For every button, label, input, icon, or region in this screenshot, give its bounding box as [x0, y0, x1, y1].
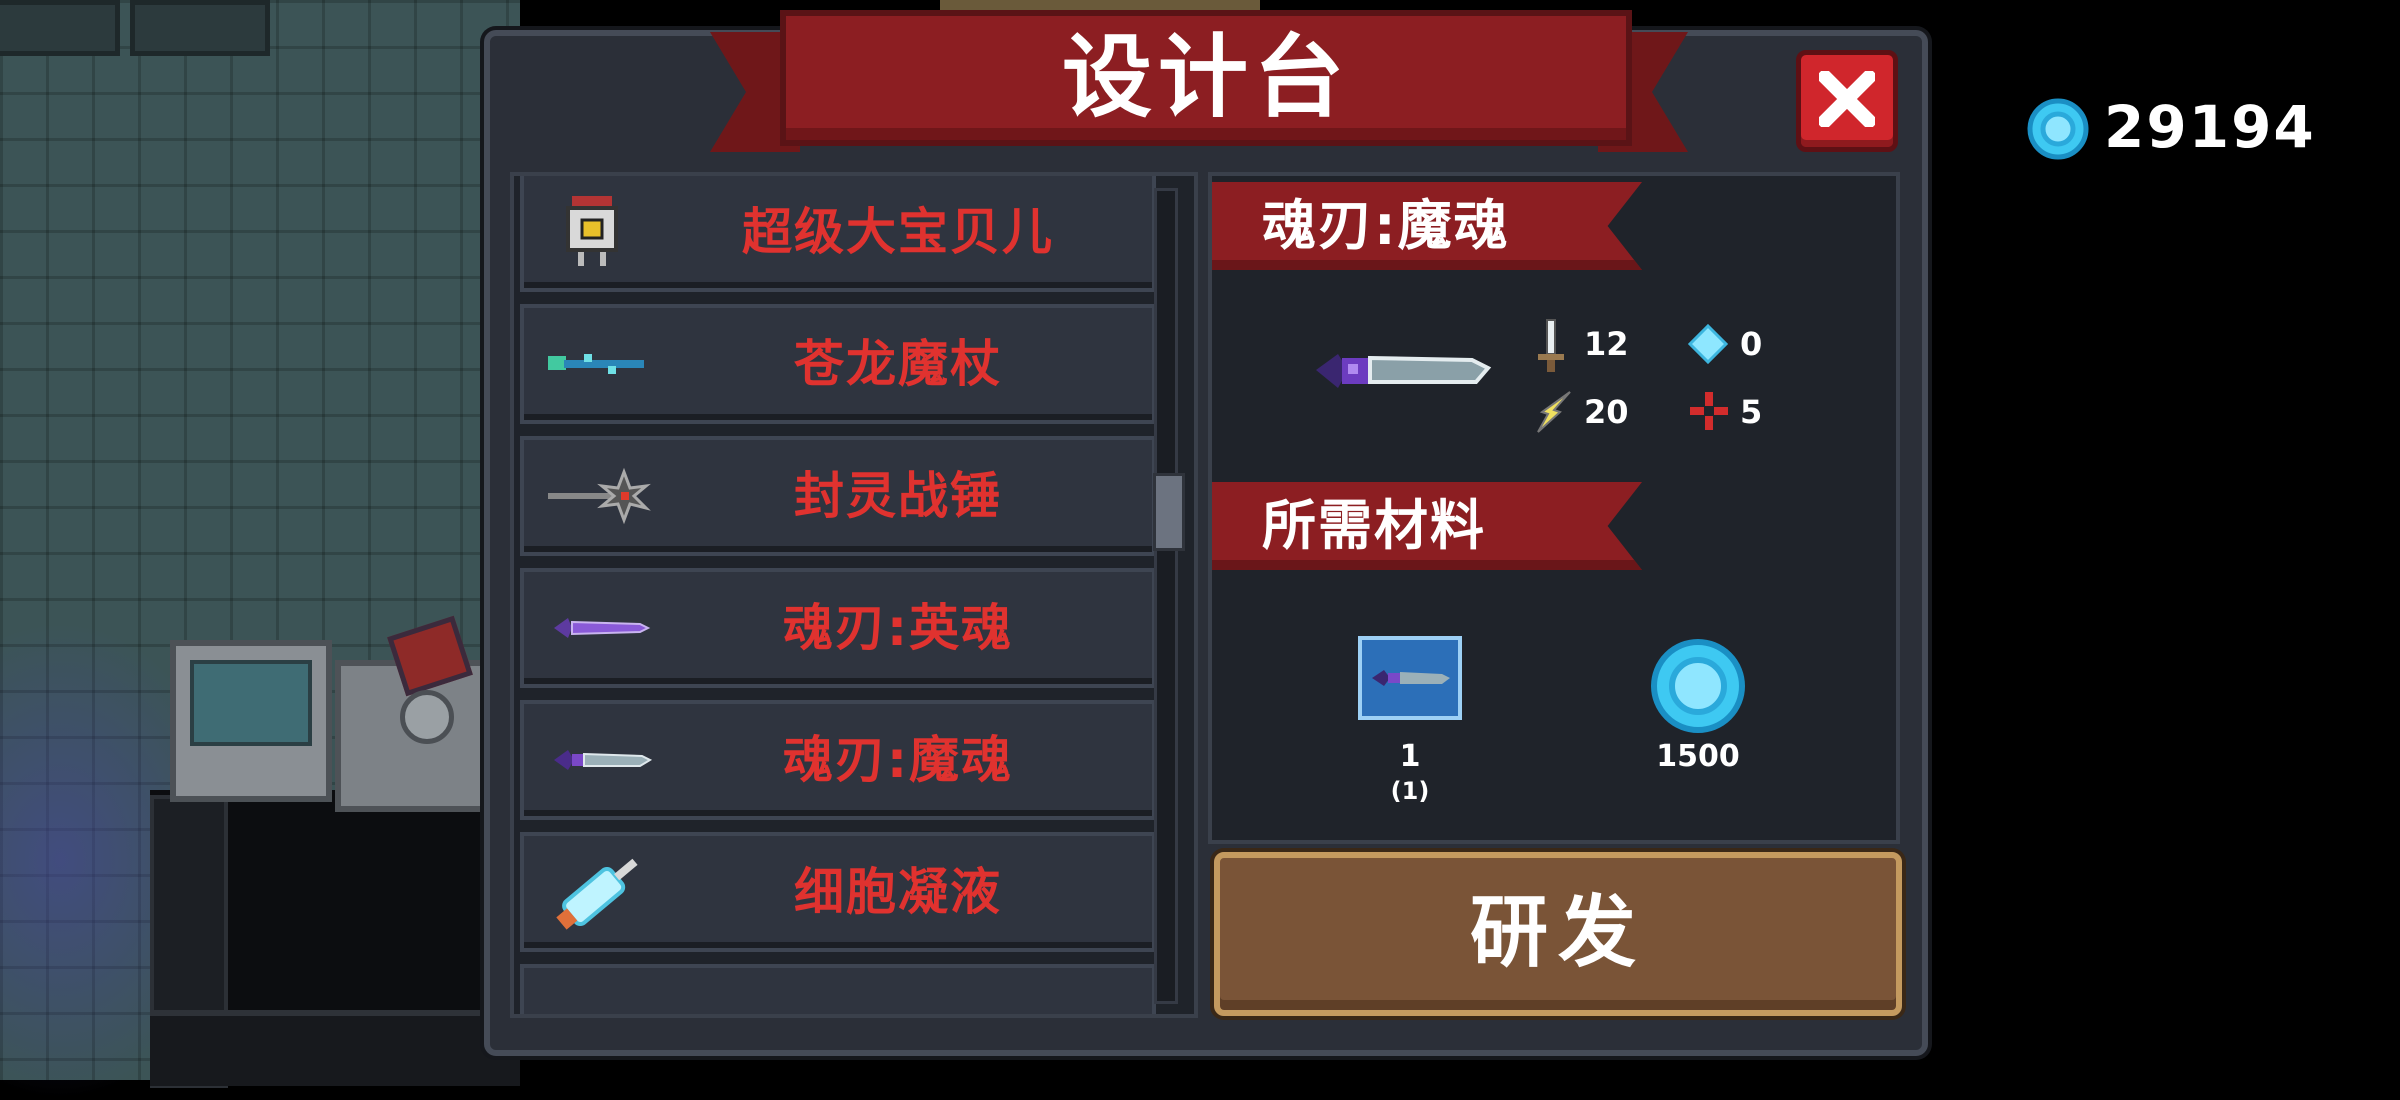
energy-value: 0 — [1740, 325, 1763, 363]
robot-pet-icon — [566, 196, 618, 266]
list-scrollbar[interactable] — [1153, 188, 1185, 1004]
list-item-label: 超级大宝贝儿 — [742, 203, 1054, 261]
crit-bolt-icon — [1537, 391, 1571, 433]
workbench-monitor — [170, 640, 332, 802]
close-button[interactable] — [1796, 50, 1898, 152]
blueprint-icon — [1358, 636, 1462, 720]
gem-balance: 29194 — [2104, 93, 2316, 161]
list-item[interactable]: 超级大宝贝儿 — [520, 176, 1156, 292]
crit-value: 20 — [1584, 393, 1629, 431]
blueprint-owned: (1) — [1390, 777, 1430, 805]
list-item-label: 苍龙魔杖 — [794, 335, 1002, 393]
materials-heading: 所需材料 — [1262, 494, 1486, 557]
scene-ledge — [150, 1010, 520, 1086]
scroll-thumb[interactable] — [1153, 473, 1185, 551]
war-hammer-icon — [548, 467, 651, 525]
monitor-screen — [190, 660, 312, 746]
dragon-staff-icon — [548, 354, 644, 374]
list-item[interactable] — [520, 964, 1156, 1014]
soul-blade-icon — [1372, 670, 1450, 686]
blueprint-list[interactable]: 超级大宝贝儿 苍龙魔杖 封灵战锤 魂刃:英魂 魂刃:魔魂 细胞凝液 — [510, 172, 1198, 1018]
list-item[interactable]: 魂刃:魔魂 — [520, 700, 1156, 820]
accuracy-crosshair-icon — [1690, 392, 1728, 430]
list-item[interactable]: 苍龙魔杖 — [520, 304, 1156, 424]
gem-icon — [1651, 639, 1745, 733]
panel-title: 设计台 — [1062, 25, 1350, 130]
syringe-icon — [556, 858, 638, 930]
materials-ribbon: 所需材料 — [1212, 482, 1642, 570]
list-item-label: 封灵战锤 — [794, 467, 1002, 525]
accuracy-value: 5 — [1740, 393, 1763, 431]
scene-object — [0, 0, 120, 56]
energy-crystal-icon — [1688, 324, 1728, 364]
list-item-label: 魂刃:英魂 — [783, 599, 1013, 657]
game-background — [0, 0, 520, 1100]
gem-icon — [2027, 98, 2089, 160]
close-icon — [1819, 71, 1875, 127]
sword-attack-icon — [1538, 319, 1564, 372]
attack-value: 12 — [1584, 325, 1629, 363]
item-name: 魂刃:魔魂 — [1262, 194, 1510, 257]
list-item-label: 魂刃:魔魂 — [783, 731, 1013, 789]
list-item[interactable]: 细胞凝液 — [520, 832, 1156, 952]
soul-blade-icon — [554, 750, 653, 770]
hammer-icon — [400, 690, 454, 744]
list-item[interactable]: 封灵战锤 — [520, 436, 1156, 556]
list-item-label: 细胞凝液 — [794, 863, 1002, 921]
gem-cost: 1500 — [1656, 739, 1740, 774]
soul-blade-icon — [1316, 354, 1492, 388]
item-detail-pane: 魂刃:魔魂 12 0 20 5 所需材料 1 (1) 1500 — [1208, 172, 1900, 844]
item-name-ribbon: 魂刃:魔魂 — [1212, 182, 1642, 270]
title-banner: 设计台 — [780, 10, 1632, 146]
scene-object — [130, 0, 270, 56]
list-item[interactable]: 魂刃:英魂 — [520, 568, 1156, 688]
blueprint-count: 1 — [1399, 739, 1421, 774]
soul-blade-purple-icon — [554, 618, 651, 638]
research-button-label: 研发 — [1469, 888, 1646, 978]
research-button[interactable]: 研发 — [1214, 852, 1902, 1016]
